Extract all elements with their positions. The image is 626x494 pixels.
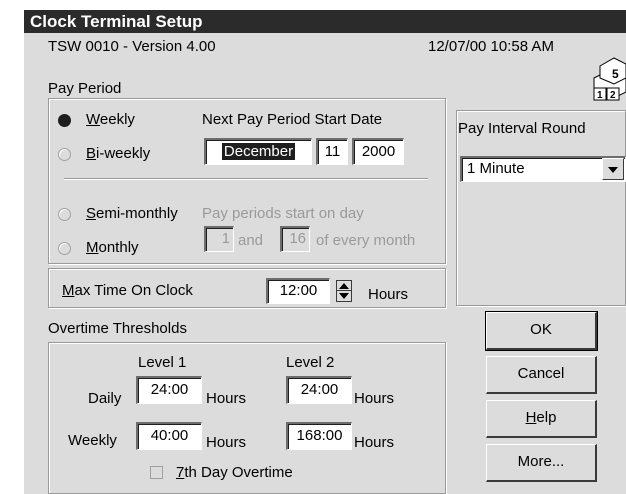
svg-text:1: 1 xyxy=(597,90,603,101)
semimonthly-label[interactable]: Semi-monthly xyxy=(86,205,178,223)
clock-terminal-setup-window: Clock Terminal Setup TSW 0010 - Version … xyxy=(24,10,626,494)
pay-interval-panel xyxy=(456,110,626,306)
daily-level2-field[interactable]: 24:00 xyxy=(286,376,352,404)
pay-period-group-label: Pay Period xyxy=(48,80,122,97)
spin-up-down-icon[interactable] xyxy=(336,280,352,302)
weekly-radio[interactable] xyxy=(58,114,71,127)
daily-label: Daily xyxy=(88,390,122,407)
max-time-field[interactable]: 12:00 xyxy=(266,278,330,304)
weekly-level2-field[interactable]: 168:00 xyxy=(286,422,352,450)
daily-level2-unit: Hours xyxy=(354,390,395,407)
start-month-field[interactable]: December xyxy=(204,138,312,165)
weekly-level1-field[interactable]: 40:00 xyxy=(136,422,202,450)
window-title: Clock Terminal Setup xyxy=(24,10,626,33)
seventh-day-label[interactable]: 7th Day Overtime xyxy=(176,464,293,482)
pay-period-separator xyxy=(64,178,428,180)
chevron-down-icon[interactable] xyxy=(602,158,624,180)
biweekly-label[interactable]: Bi-weekly xyxy=(86,145,150,163)
level2-label: Level 2 xyxy=(286,354,335,371)
max-time-label: Max Time On Clock xyxy=(62,282,193,299)
semimonthly-radio[interactable] xyxy=(58,208,71,221)
biweekly-radio[interactable] xyxy=(58,148,71,161)
monthly-label[interactable]: Monthly xyxy=(86,239,139,257)
daily-level1-unit: Hours xyxy=(206,390,247,407)
starts-on-day-label: Pay periods start on day xyxy=(202,205,364,222)
pay-interval-label: Pay Interval Round xyxy=(458,120,586,137)
cancel-button[interactable]: Cancel xyxy=(486,356,597,394)
datetime-text: 12/07/00 10:58 AM xyxy=(428,38,554,55)
weekly-label[interactable]: Weekly xyxy=(86,111,135,129)
every-month-label: of every month xyxy=(316,232,416,249)
overtime-group-label: Overtime Thresholds xyxy=(48,320,187,337)
calendar-blocks-icon: 1 2 5 xyxy=(590,48,626,104)
svg-text:2: 2 xyxy=(610,90,616,101)
period-day2-field[interactable]: 16 xyxy=(280,226,310,252)
start-year-field[interactable]: 2000 xyxy=(352,138,404,165)
level1-label: Level 1 xyxy=(138,354,187,371)
period-day1-field[interactable]: 1 xyxy=(204,226,234,252)
start-day-field[interactable]: 11 xyxy=(316,138,348,165)
max-time-unit: Hours xyxy=(368,286,409,303)
svg-text:5: 5 xyxy=(612,67,619,81)
weekly-level2-unit: Hours xyxy=(354,434,395,451)
help-button[interactable]: Help xyxy=(486,400,597,438)
next-pay-period-label: Next Pay Period Start Date xyxy=(202,111,383,128)
weekly-ot-label: Weekly xyxy=(68,432,117,449)
seventh-day-checkbox[interactable] xyxy=(150,466,163,479)
weekly-level1-unit: Hours xyxy=(206,434,247,451)
monthly-radio[interactable] xyxy=(58,242,71,255)
more-button[interactable]: More... xyxy=(486,444,597,482)
daily-level1-field[interactable]: 24:00 xyxy=(136,376,202,404)
ok-button[interactable]: OK xyxy=(485,311,598,351)
and-label: and xyxy=(238,232,264,249)
version-text: TSW 0010 - Version 4.00 xyxy=(48,38,216,55)
